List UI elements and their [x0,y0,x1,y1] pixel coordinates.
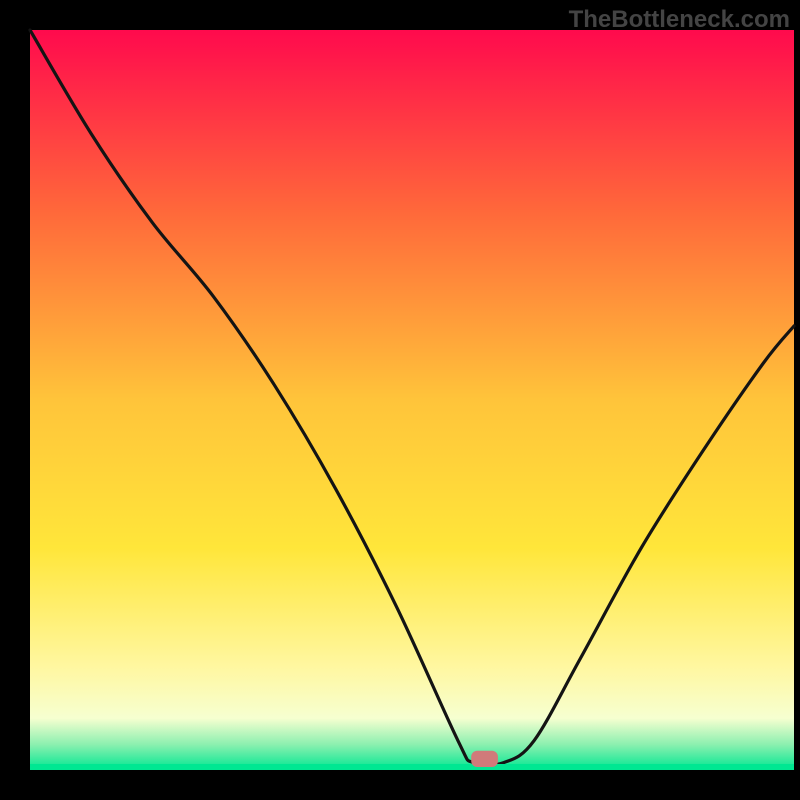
baseline-strip [30,764,794,770]
gradient-background [30,30,794,770]
chart-container: TheBottleneck.com [0,0,800,800]
watermark-text: TheBottleneck.com [569,6,790,34]
bottleneck-chart [0,0,800,800]
optimal-marker [471,751,498,767]
